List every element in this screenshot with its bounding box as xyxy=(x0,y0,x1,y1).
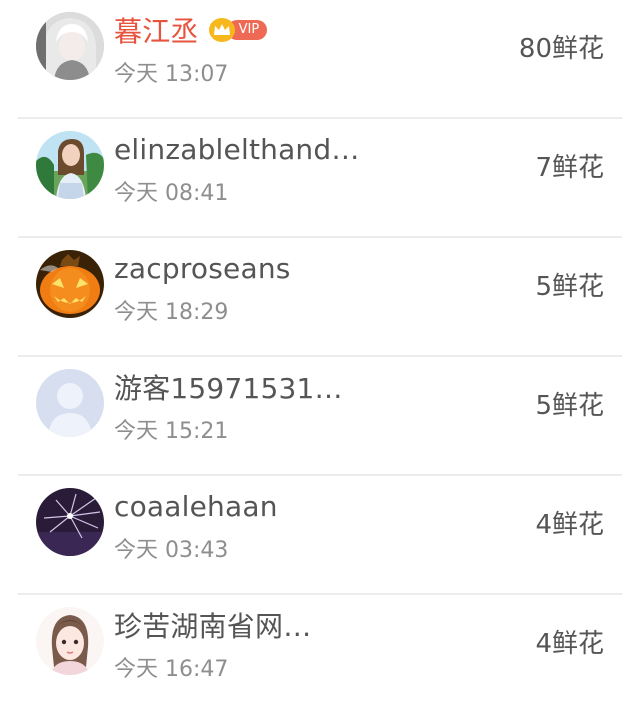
user-name-line: zacproseans xyxy=(114,248,291,288)
avatar[interactable] xyxy=(36,250,104,318)
list-item[interactable]: 珍苦湖南省网… 今天 16:47 4鲜花 xyxy=(0,595,640,714)
user-name-line: coaalehaan xyxy=(114,486,278,526)
avatar[interactable] xyxy=(36,607,104,675)
list-item[interactable]: coaalehaan 今天 03:43 4鲜花 xyxy=(0,476,640,595)
user-name[interactable]: elinzablelthand… xyxy=(114,133,360,166)
user-name[interactable]: 暮江丞 xyxy=(114,10,199,50)
flower-count: 7鲜花 xyxy=(535,153,604,183)
flower-count: 5鲜花 xyxy=(535,272,604,302)
gift-time: 今天 18:29 xyxy=(114,300,229,325)
list-item[interactable]: zacproseans 今天 18:29 5鲜花 xyxy=(0,238,640,357)
user-name-line: elinzablelthand… xyxy=(114,129,360,169)
avatar[interactable] xyxy=(36,369,104,437)
user-name[interactable]: 游客15971531… xyxy=(114,367,343,407)
gift-time: 今天 15:21 xyxy=(114,419,229,444)
user-name[interactable]: coaalehaan xyxy=(114,490,278,523)
flower-count: 4鲜花 xyxy=(535,510,604,540)
user-name-line: 暮江丞 VIP xyxy=(114,10,268,50)
user-name[interactable]: zacproseans xyxy=(114,252,291,285)
vip-badge: VIP xyxy=(208,18,268,42)
avatar[interactable] xyxy=(36,12,104,80)
avatar[interactable] xyxy=(36,131,104,199)
gift-time: 今天 03:43 xyxy=(114,538,229,563)
user-name[interactable]: 珍苦湖南省网… xyxy=(114,605,311,645)
flower-count: 80鲜花 xyxy=(518,34,604,64)
gift-time: 今天 13:07 xyxy=(114,62,229,87)
list-item[interactable]: 暮江丞 VIP 今天 13:07 80鲜花 xyxy=(0,0,640,119)
crown-icon xyxy=(208,18,235,42)
gift-time: 今天 08:41 xyxy=(114,181,229,206)
flower-count: 4鲜花 xyxy=(535,629,604,659)
user-name-line: 珍苦湖南省网… xyxy=(114,605,311,645)
flower-count: 5鲜花 xyxy=(535,391,604,421)
list-item[interactable]: 游客15971531… 今天 15:21 5鲜花 xyxy=(0,357,640,476)
gift-time: 今天 16:47 xyxy=(114,657,229,682)
user-name-line: 游客15971531… xyxy=(114,367,343,407)
flower-rank-list: 暮江丞 VIP 今天 13:07 80鲜花 elinzablelthand… 今… xyxy=(0,0,640,714)
list-item[interactable]: elinzablelthand… 今天 08:41 7鲜花 xyxy=(0,119,640,238)
avatar[interactable] xyxy=(36,488,104,556)
